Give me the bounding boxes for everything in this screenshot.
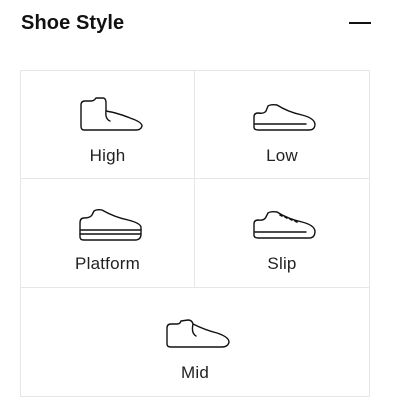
style-option-high[interactable]: High (21, 71, 195, 179)
collapse-button[interactable] (343, 9, 371, 37)
filter-title: Shoe Style (21, 11, 125, 34)
style-option-label: Mid (181, 363, 209, 382)
style-option-label: High (89, 146, 126, 165)
low-top-shoe-icon (253, 103, 316, 131)
style-option-slip[interactable]: Slip (195, 179, 369, 288)
style-option-mid[interactable]: Mid (21, 288, 369, 396)
style-option-label: Slip (267, 254, 297, 273)
slip-on-shoe-icon (253, 210, 316, 239)
filter-header: Shoe Style (21, 8, 371, 38)
mid-top-shoe-icon (166, 319, 230, 348)
style-option-low[interactable]: Low (195, 71, 369, 179)
platform-shoe-icon (78, 208, 142, 241)
shoe-style-filter-panel: Shoe Style High Low Platform Slip Mid (0, 0, 404, 418)
style-option-label: Low (266, 146, 298, 165)
style-option-platform[interactable]: Platform (21, 179, 195, 288)
style-option-label: Platform (75, 254, 140, 273)
minus-icon (349, 22, 371, 24)
shoe-style-grid: High Low Platform Slip Mid (20, 70, 370, 397)
high-top-shoe-icon (79, 97, 143, 131)
